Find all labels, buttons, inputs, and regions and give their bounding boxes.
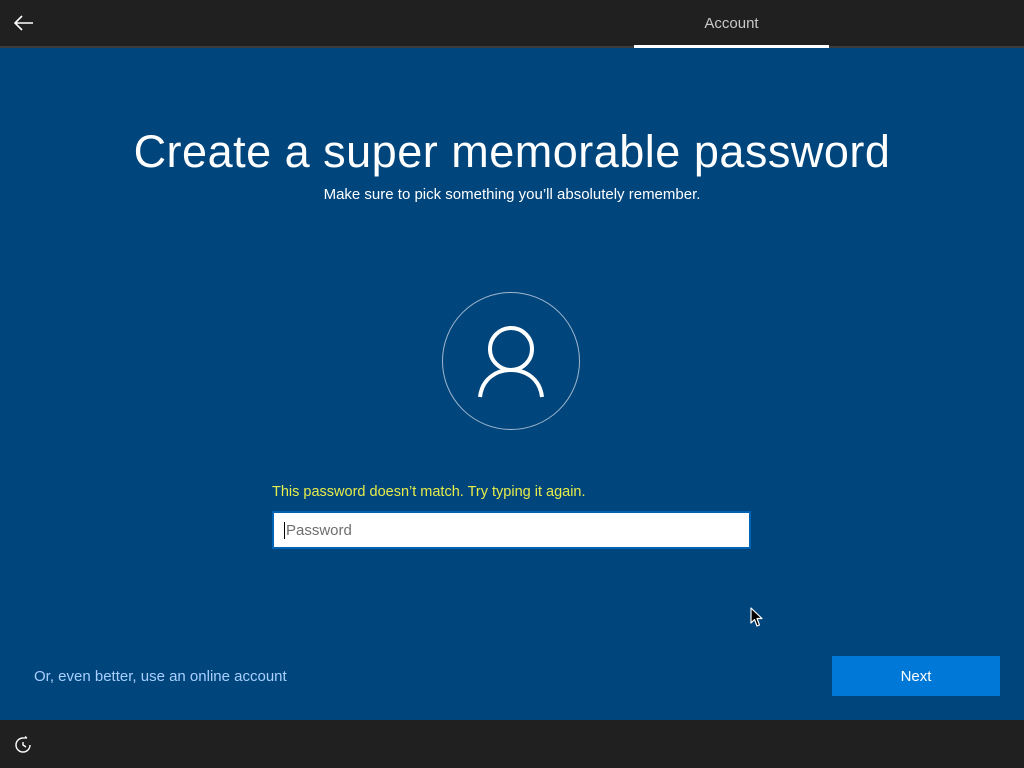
text-caret — [284, 521, 285, 539]
password-error-message: This password doesn’t match. Try typing … — [272, 484, 586, 500]
next-button[interactable]: Next — [832, 656, 1000, 696]
password-placeholder: Password — [286, 521, 352, 539]
mouse-pointer-icon — [750, 607, 763, 627]
bottom-bar — [0, 720, 1024, 768]
avatar — [442, 292, 580, 430]
ease-of-access-button[interactable] — [12, 734, 34, 756]
tab-account: Account — [634, 0, 829, 46]
ease-of-access-icon — [15, 736, 31, 753]
page-subtitle: Make sure to pick something you’ll absol… — [323, 186, 701, 203]
back-arrow-icon — [14, 15, 33, 31]
back-button[interactable] — [8, 8, 40, 38]
user-icon — [478, 326, 544, 398]
online-account-link[interactable]: Or, even better, use an online account — [34, 668, 287, 685]
password-field[interactable]: Password — [272, 511, 751, 549]
main-panel: Create a super memorable password Make s… — [0, 48, 1024, 720]
top-bar: Account — [0, 0, 1024, 48]
tab-account-label: Account — [704, 14, 759, 32]
page-title: Create a super memorable password — [133, 126, 891, 177]
